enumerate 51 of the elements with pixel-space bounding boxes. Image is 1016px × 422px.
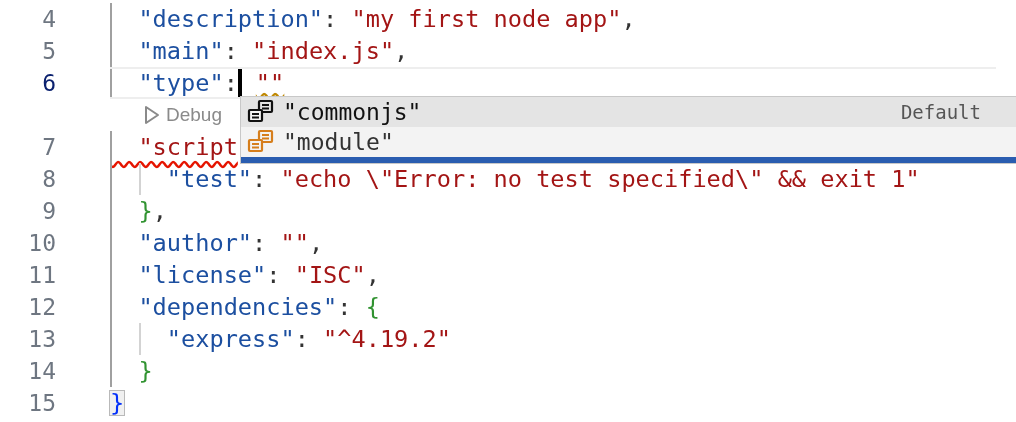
line-number: 15 <box>27 388 56 418</box>
code-token: "dependencies" <box>137 295 338 319</box>
suggestion-item[interactable]: "commonjs" Default <box>241 97 1016 127</box>
code-token: "author" <box>137 231 253 255</box>
code-token: , <box>365 263 380 287</box>
code-token: } <box>137 359 153 383</box>
code-token: } <box>137 199 153 223</box>
code-token: "my first node app" <box>351 7 622 31</box>
code-token: "" <box>280 231 309 255</box>
code-token: : <box>294 327 310 351</box>
code-token: "test" <box>165 167 253 191</box>
code-token: "main" <box>137 39 224 63</box>
code-token: , <box>152 199 167 223</box>
line-number: 7 <box>41 132 56 162</box>
code-token: "type" <box>137 71 224 95</box>
code-token: { <box>365 295 380 319</box>
code-token: "^4.19.2" <box>323 327 451 351</box>
code-token: : <box>337 295 353 319</box>
code-token: : <box>252 167 268 191</box>
enum-member-icon <box>247 99 275 125</box>
line-number: 12 <box>27 292 56 322</box>
code-token: , <box>394 39 409 63</box>
code-token: "" <box>255 71 285 95</box>
code-token: : <box>223 39 239 63</box>
code-token: "script <box>137 135 238 159</box>
text-cursor <box>237 69 242 97</box>
code-token: "ISC" <box>294 263 366 287</box>
code-token: "index.js" <box>252 39 395 63</box>
code-token: "description" <box>137 7 324 31</box>
suggestion-detail: Default <box>900 99 981 125</box>
code-token: "license" <box>137 263 267 287</box>
code-token: , <box>621 7 636 31</box>
code-token: : <box>223 71 238 95</box>
code-token: : <box>266 263 282 287</box>
code-token: : <box>323 7 339 31</box>
code-token: "echo \"Error: no test specified\" && exit 1" <box>280 167 920 191</box>
line-number: 11 <box>27 260 56 290</box>
code-token: "express" <box>165 327 295 351</box>
line-number: 6 <box>41 68 56 98</box>
play-icon[interactable] <box>144 105 160 125</box>
line-number: 13 <box>27 324 56 354</box>
line-number: 8 <box>41 164 56 194</box>
code-token: , <box>308 231 324 255</box>
line-number: 10 <box>27 228 56 258</box>
line-number: 9 <box>41 196 56 226</box>
line-number: 4 <box>41 4 56 34</box>
enum-member-icon <box>247 129 275 155</box>
code-token: : <box>252 231 268 255</box>
line-number: 5 <box>41 36 56 66</box>
line-number: 14 <box>27 356 56 386</box>
code-token: } <box>110 391 125 415</box>
